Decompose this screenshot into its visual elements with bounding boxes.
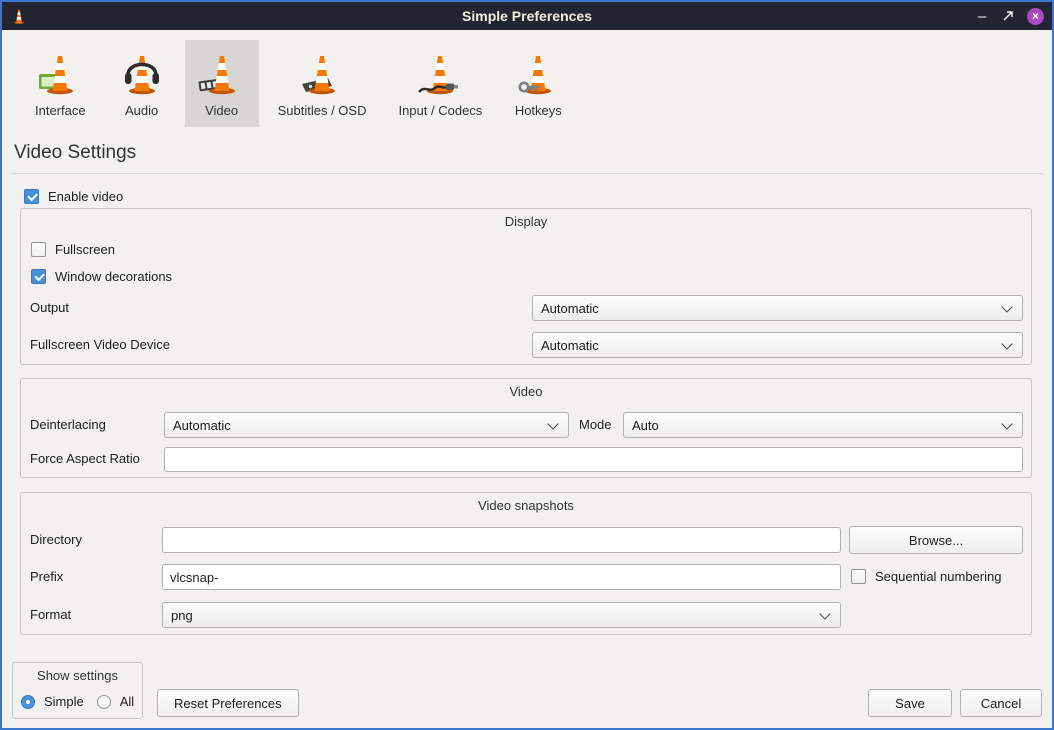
maximize-button[interactable] bbox=[1001, 10, 1015, 22]
output-select[interactable]: Automatic bbox=[532, 295, 1023, 321]
tab-subtitles-osd[interactable]: Subtitles / OSD bbox=[265, 40, 380, 127]
video-group-title: Video bbox=[21, 384, 1031, 399]
chevron-down-icon bbox=[1001, 418, 1012, 429]
fullscreen-video-device-label: Fullscreen Video Device bbox=[30, 332, 170, 358]
format-select-value: png bbox=[171, 608, 193, 623]
fullscreen-video-device-select[interactable]: Automatic bbox=[532, 332, 1023, 358]
force-aspect-ratio-input[interactable] bbox=[164, 447, 1023, 472]
sequential-numbering-checkbox[interactable]: Sequential numbering bbox=[851, 569, 1001, 584]
mode-label: Mode bbox=[579, 412, 612, 438]
deinterlacing-select-value: Automatic bbox=[173, 418, 231, 433]
tab-hotkeys[interactable]: Hotkeys bbox=[501, 40, 575, 127]
checkbox-label: Fullscreen bbox=[55, 242, 115, 257]
display-group: Display Fullscreen Window decorations Ou… bbox=[20, 208, 1032, 365]
output-select-value: Automatic bbox=[541, 301, 599, 316]
close-icon: × bbox=[1027, 8, 1044, 25]
radio-icon bbox=[21, 695, 35, 709]
close-button[interactable]: × bbox=[1027, 8, 1044, 25]
tab-audio[interactable]: Audio bbox=[105, 40, 179, 127]
format-label: Format bbox=[30, 602, 71, 628]
show-settings-title: Show settings bbox=[13, 668, 142, 683]
tab-label: Audio bbox=[125, 103, 158, 118]
minimize-button[interactable]: – bbox=[975, 9, 989, 24]
window-title: Simple Preferences bbox=[2, 8, 1052, 24]
prefix-input[interactable] bbox=[162, 564, 841, 590]
video-snapshots-group: Video snapshots Directory Browse... Pref… bbox=[20, 492, 1032, 635]
deinterlacing-label: Deinterlacing bbox=[30, 412, 106, 438]
tab-label: Video bbox=[205, 103, 238, 118]
video-snapshots-group-title: Video snapshots bbox=[21, 498, 1031, 513]
all-radio[interactable]: All bbox=[97, 694, 134, 709]
radio-icon bbox=[97, 695, 111, 709]
format-select[interactable]: png bbox=[162, 602, 841, 628]
page-title: Video Settings bbox=[14, 142, 1052, 164]
titlebar: Simple Preferences – × bbox=[2, 2, 1052, 30]
maximize-icon bbox=[1002, 10, 1014, 22]
tab-video[interactable]: Video bbox=[185, 40, 259, 127]
checkbox-icon bbox=[851, 569, 866, 584]
tab-label: Interface bbox=[35, 103, 86, 118]
display-group-title: Display bbox=[21, 214, 1031, 229]
subtitles-osd-icon bbox=[298, 49, 346, 97]
tab-label: Subtitles / OSD bbox=[278, 103, 367, 118]
save-button[interactable]: Save bbox=[868, 689, 952, 717]
enable-video-checkbox[interactable]: Enable video bbox=[24, 189, 1052, 204]
window-controls: – × bbox=[975, 8, 1044, 25]
reset-preferences-button[interactable]: Reset Preferences bbox=[157, 689, 299, 717]
chevron-down-icon bbox=[547, 418, 558, 429]
checkbox-icon bbox=[31, 269, 46, 284]
video-group: Video Deinterlacing Automatic Mode Auto … bbox=[20, 378, 1032, 478]
cancel-button[interactable]: Cancel bbox=[960, 689, 1042, 717]
minimize-icon: – bbox=[978, 9, 986, 24]
prefix-label: Prefix bbox=[30, 564, 63, 590]
chevron-down-icon bbox=[819, 608, 830, 619]
directory-label: Directory bbox=[30, 527, 82, 553]
fullscreen-checkbox[interactable]: Fullscreen bbox=[31, 242, 115, 257]
mode-select[interactable]: Auto bbox=[623, 412, 1023, 438]
radio-label: Simple bbox=[44, 694, 84, 709]
interface-icon bbox=[36, 49, 84, 97]
preferences-window: Simple Preferences – × Interface bbox=[0, 0, 1054, 730]
checkbox-label: Window decorations bbox=[55, 269, 172, 284]
checkbox-icon bbox=[24, 189, 39, 204]
input-codecs-icon bbox=[416, 49, 464, 97]
divider bbox=[12, 173, 1042, 174]
chevron-down-icon bbox=[1001, 301, 1012, 312]
video-icon bbox=[198, 49, 246, 97]
category-toolbar: Interface Audio bbox=[2, 30, 1052, 127]
chevron-down-icon bbox=[1001, 338, 1012, 349]
directory-input[interactable] bbox=[162, 527, 841, 553]
browse-button[interactable]: Browse... bbox=[849, 526, 1023, 554]
vlc-logo-icon bbox=[10, 7, 28, 25]
window-decorations-checkbox[interactable]: Window decorations bbox=[31, 269, 172, 284]
show-settings-group: Show settings Simple All bbox=[12, 662, 143, 719]
tab-label: Hotkeys bbox=[515, 103, 562, 118]
force-aspect-ratio-label: Force Aspect Ratio bbox=[30, 446, 140, 472]
checkbox-label: Sequential numbering bbox=[875, 569, 1001, 584]
tab-interface[interactable]: Interface bbox=[22, 40, 99, 127]
checkbox-icon bbox=[31, 242, 46, 257]
audio-icon bbox=[118, 49, 166, 97]
hotkeys-icon bbox=[514, 49, 562, 97]
deinterlacing-select[interactable]: Automatic bbox=[164, 412, 569, 438]
show-settings-options: Simple All bbox=[21, 694, 140, 709]
fullscreen-video-device-select-value: Automatic bbox=[541, 338, 599, 353]
mode-select-value: Auto bbox=[632, 418, 659, 433]
tab-input-codecs[interactable]: Input / Codecs bbox=[385, 40, 495, 127]
simple-radio[interactable]: Simple bbox=[21, 694, 84, 709]
tab-label: Input / Codecs bbox=[398, 103, 482, 118]
checkbox-label: Enable video bbox=[48, 189, 123, 204]
output-label: Output bbox=[30, 295, 69, 321]
radio-label: All bbox=[120, 694, 134, 709]
